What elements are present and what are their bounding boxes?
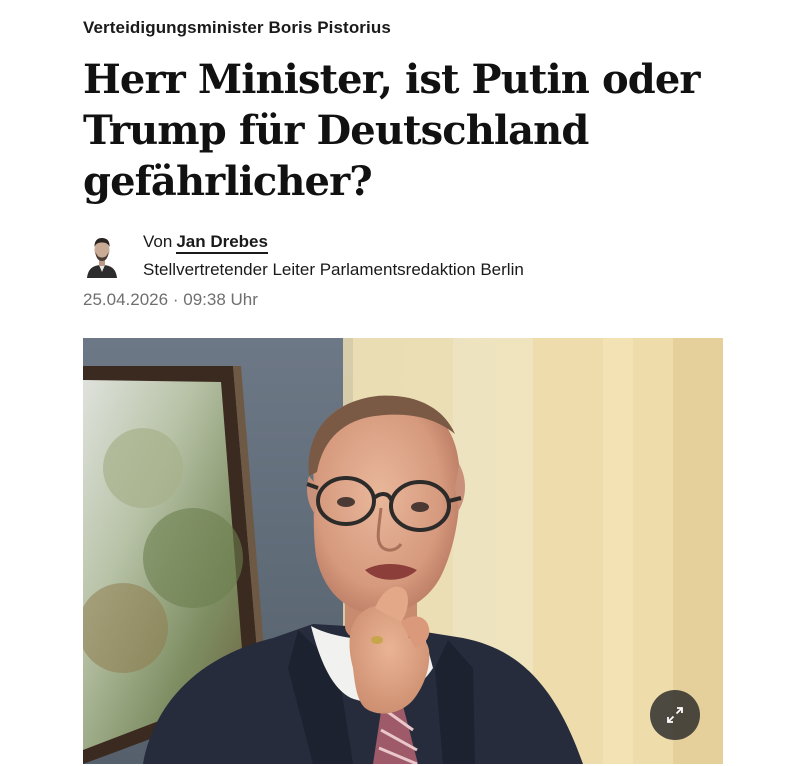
- expand-arrows-icon: [667, 707, 683, 723]
- expand-image-button[interactable]: [650, 690, 700, 740]
- author-role: Stellvertretender Leiter Parlamentsredak…: [143, 260, 524, 279]
- byline-prefix: Von: [143, 232, 173, 251]
- publish-dateline: 25.04.2026 · 09:38 Uhr: [83, 290, 258, 310]
- hero-image[interactable]: [83, 338, 723, 764]
- author-avatar[interactable]: [85, 234, 119, 278]
- author-byline-block: Von Jan Drebes Stellvertretender Leiter P…: [83, 232, 723, 280]
- author-name-link[interactable]: Jan Drebes: [176, 232, 268, 254]
- author-byline: Von Jan Drebes: [143, 232, 268, 254]
- article-headline: Herr Minister, ist Putin oder Trump für …: [83, 56, 700, 205]
- dateline-separator: ·: [172, 290, 179, 309]
- article-kicker: Verteidigungsminister Boris Pistorius: [83, 18, 391, 37]
- publish-time: 09:38 Uhr: [183, 290, 258, 309]
- publish-date: 25.04.2026: [83, 290, 169, 309]
